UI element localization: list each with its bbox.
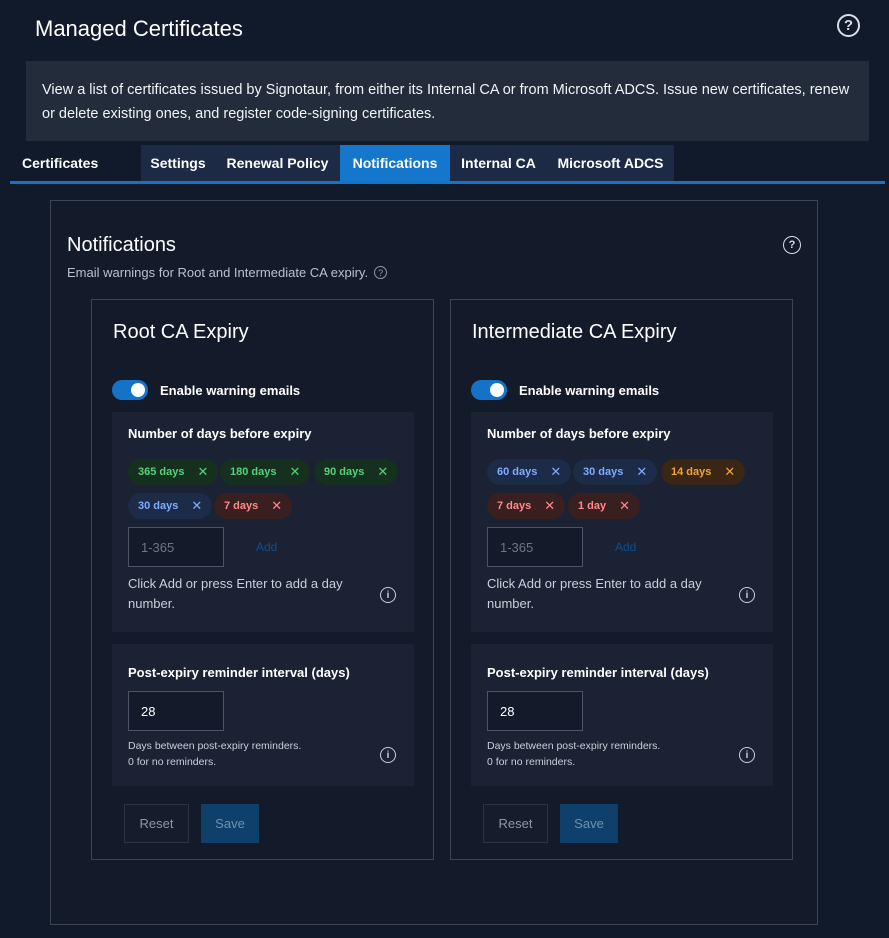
info-icon[interactable]: i [380, 587, 396, 603]
tab-notifications[interactable]: Notifications [340, 145, 450, 181]
help-icon[interactable]: ? [837, 14, 860, 37]
info-icon[interactable]: i [739, 747, 755, 763]
days-box: Number of days before expiry 365 days ✕ 1… [112, 412, 414, 632]
tab-renewal-policy[interactable]: Renewal Policy [215, 145, 340, 181]
panel-subtitle-text: Email warnings for Root and Intermediate… [67, 265, 369, 280]
remove-chip-icon[interactable]: ✕ [271, 498, 282, 514]
reset-button[interactable]: Reset [124, 804, 189, 843]
interval-input[interactable]: 28 [128, 691, 224, 731]
panel-help-icon[interactable]: ? [783, 236, 801, 254]
warning-toggle[interactable] [471, 380, 507, 400]
chip-label: 365 days [138, 466, 185, 478]
card-title: Root CA Expiry [113, 321, 249, 343]
add-day-button[interactable]: Add [615, 540, 636, 554]
card-title: Intermediate CA Expiry [472, 321, 677, 343]
interval-hint-1: Days between post-expiry reminders. [487, 740, 661, 752]
remove-chip-icon[interactable]: ✕ [636, 464, 647, 480]
reset-button[interactable]: Reset [483, 804, 548, 843]
day-chip: 60 days ✕ [487, 459, 572, 485]
day-chip: 30 days ✕ [128, 493, 213, 519]
tab-microsoft-adcs[interactable]: Microsoft ADCS [547, 145, 674, 181]
interval-label: Post-expiry reminder interval (days) [487, 665, 709, 680]
day-chip: 7 days ✕ [487, 493, 566, 519]
day-number-input[interactable]: 1-365 [487, 527, 583, 567]
save-button[interactable]: Save [560, 804, 618, 843]
root-ca-card: Root CA Expiry Enable warning emails Num… [91, 299, 434, 860]
interval-box: Post-expiry reminder interval (days) 28 … [471, 644, 773, 786]
chip-label: 1 day [578, 500, 607, 512]
question-icon[interactable]: ? [374, 266, 388, 279]
add-day-button[interactable]: Add [256, 540, 277, 554]
day-chip: 7 days ✕ [214, 493, 293, 519]
days-label: Number of days before expiry [128, 426, 312, 441]
remove-chip-icon[interactable]: ✕ [191, 498, 202, 514]
days-box: Number of days before expiry 60 days ✕ 30… [471, 412, 773, 632]
intro-banner: View a list of certificates issued by Si… [26, 61, 869, 141]
interval-input[interactable]: 28 [487, 691, 583, 731]
remove-chip-icon[interactable]: ✕ [544, 498, 555, 514]
day-chip: 90 days ✕ [314, 459, 399, 485]
day-chip: 180 days ✕ [220, 459, 311, 485]
day-chip: 14 days ✕ [661, 459, 746, 485]
remove-chip-icon[interactable]: ✕ [619, 498, 630, 514]
remove-chip-icon[interactable]: ✕ [724, 464, 735, 480]
day-chip: 365 days ✕ [128, 459, 219, 485]
intermediate-ca-card: Intermediate CA Expiry Enable warning em… [450, 299, 793, 860]
chip-label: 90 days [324, 466, 365, 478]
interval-hint-2: 0 for no reminders. [128, 756, 217, 768]
page-title: Managed Certificates [35, 16, 243, 41]
day-number-input[interactable]: 1-365 [128, 527, 224, 567]
warning-toggle[interactable] [112, 380, 148, 400]
interval-box: Post-expiry reminder interval (days) 28 … [112, 644, 414, 786]
tab-bar: Certificates Settings Renewal Policy Not… [10, 145, 885, 184]
info-icon[interactable]: i [739, 587, 755, 603]
chip-label: 7 days [497, 500, 532, 512]
chip-label: 30 days [138, 500, 179, 512]
chip-label: 14 days [671, 466, 712, 478]
interval-hint-2: 0 for no reminders. [487, 756, 576, 768]
day-chip: 1 day ✕ [568, 493, 641, 519]
intro-text: View a list of certificates issued by Si… [42, 82, 850, 122]
chip-label: 7 days [224, 500, 259, 512]
chip-label: 60 days [497, 466, 538, 478]
info-icon[interactable]: i [380, 747, 396, 763]
save-button[interactable]: Save [201, 804, 259, 843]
warning-toggle-row: Enable warning emails [112, 380, 300, 400]
toggle-label: Enable warning emails [160, 382, 301, 398]
remove-chip-icon[interactable]: ✕ [197, 464, 208, 480]
panel-subtitle: Email warnings for Root and Intermediate… [67, 265, 388, 280]
interval-hint-1: Days between post-expiry reminders. [128, 740, 302, 752]
add-hint: Click Add or press Enter to add a day nu… [128, 576, 343, 611]
remove-chip-icon[interactable]: ✕ [377, 464, 388, 480]
days-label: Number of days before expiry [487, 426, 671, 441]
tab-settings[interactable]: Settings [141, 145, 215, 181]
remove-chip-icon[interactable]: ✕ [289, 464, 300, 480]
interval-label: Post-expiry reminder interval (days) [128, 665, 350, 680]
panel-title: Notifications [67, 234, 176, 256]
remove-chip-icon[interactable]: ✕ [550, 464, 561, 480]
warning-toggle-row: Enable warning emails [471, 380, 659, 400]
chip-label: 180 days [230, 466, 277, 478]
toggle-label: Enable warning emails [519, 382, 660, 398]
day-chip: 30 days ✕ [573, 459, 658, 485]
add-hint: Click Add or press Enter to add a day nu… [487, 576, 702, 611]
tab-internal-ca[interactable]: Internal CA [450, 145, 547, 181]
chip-label: 30 days [583, 466, 624, 478]
tab-certificates[interactable]: Certificates [10, 145, 140, 181]
